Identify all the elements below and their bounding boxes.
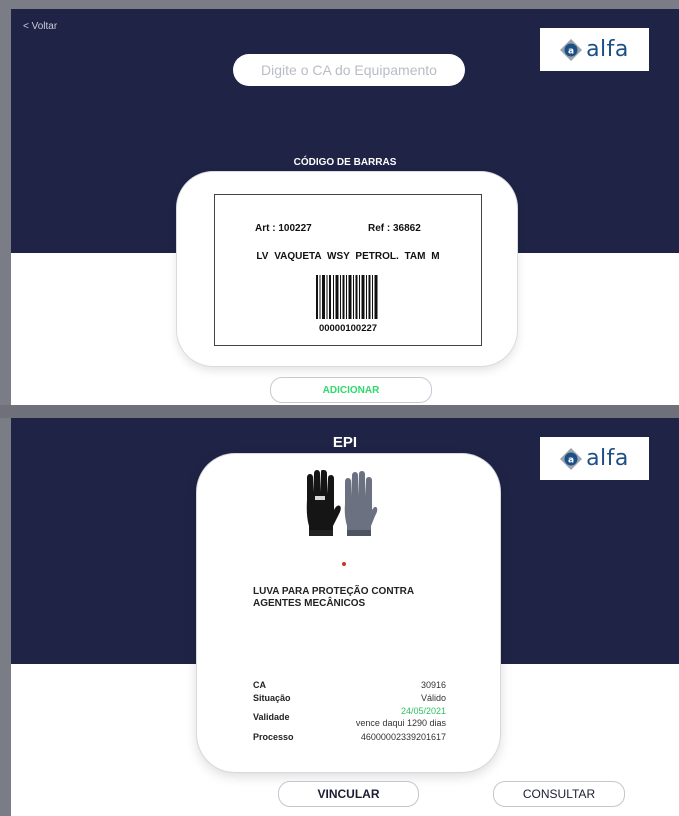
alfa-logo-icon: a bbox=[560, 38, 583, 61]
epi-screen: EPI a alfa LUVA PARA PROTEÇÃO CONTRA AGE… bbox=[11, 418, 679, 816]
barcode-label: Art : 100227 Ref : 36862 LV VAQUETA WSY … bbox=[214, 194, 482, 346]
barcode-screen: < Voltar a alfa CÓDIGO DE BARRAS Art : 1… bbox=[11, 9, 679, 405]
ca-value: 30916 bbox=[420, 679, 446, 690]
processo-label: Processo bbox=[253, 731, 294, 742]
ca-label: CA bbox=[253, 679, 266, 690]
svg-text:a: a bbox=[568, 46, 574, 56]
logo-text: alfa bbox=[586, 446, 629, 471]
product-details: CA 30916 Situação Válido Validade 24/05/… bbox=[253, 678, 446, 743]
barcode-section-title: CÓDIGO DE BARRAS bbox=[293, 157, 397, 168]
consultar-button[interactable]: CONSULTAR bbox=[493, 781, 625, 807]
validade-label: Validade bbox=[253, 712, 290, 722]
screen-divider bbox=[0, 405, 679, 418]
add-button[interactable]: ADICIONAR bbox=[270, 377, 432, 403]
logo-text: alfa bbox=[586, 37, 629, 62]
barcode-icon bbox=[316, 275, 378, 319]
alfa-logo-icon: a bbox=[560, 447, 583, 470]
label-description: LV VAQUETA WSY PETROL. TAM M bbox=[256, 251, 440, 262]
alfa-logo: a alfa bbox=[540, 28, 649, 71]
svg-text:a: a bbox=[568, 455, 574, 465]
gloves-icon bbox=[301, 469, 381, 542]
label-art: Art : 100227 bbox=[255, 223, 312, 234]
ca-search-input[interactable] bbox=[233, 54, 465, 86]
situacao-label: Situação bbox=[253, 692, 291, 703]
validade-date: 24/05/2021 bbox=[400, 706, 446, 716]
back-link[interactable]: < Voltar bbox=[23, 21, 57, 32]
label-ref: Ref : 36862 bbox=[368, 223, 421, 234]
epi-card: LUVA PARA PROTEÇÃO CONTRA AGENTES MECÂNI… bbox=[197, 454, 500, 772]
vincular-button[interactable]: VINCULAR bbox=[278, 781, 419, 807]
barcode-card: Art : 100227 Ref : 36862 LV VAQUETA WSY … bbox=[177, 172, 517, 366]
processo-value: 46000002339201617 bbox=[360, 731, 446, 742]
alfa-logo: a alfa bbox=[540, 437, 649, 480]
carousel-dot[interactable] bbox=[342, 562, 346, 566]
situacao-value: Válido bbox=[420, 692, 446, 703]
product-name: LUVA PARA PROTEÇÃO CONTRA AGENTES MECÂNI… bbox=[253, 586, 414, 609]
validade-note: vence daqui 1290 dias bbox=[355, 718, 446, 728]
barcode-number: 00000100227 bbox=[318, 323, 378, 334]
